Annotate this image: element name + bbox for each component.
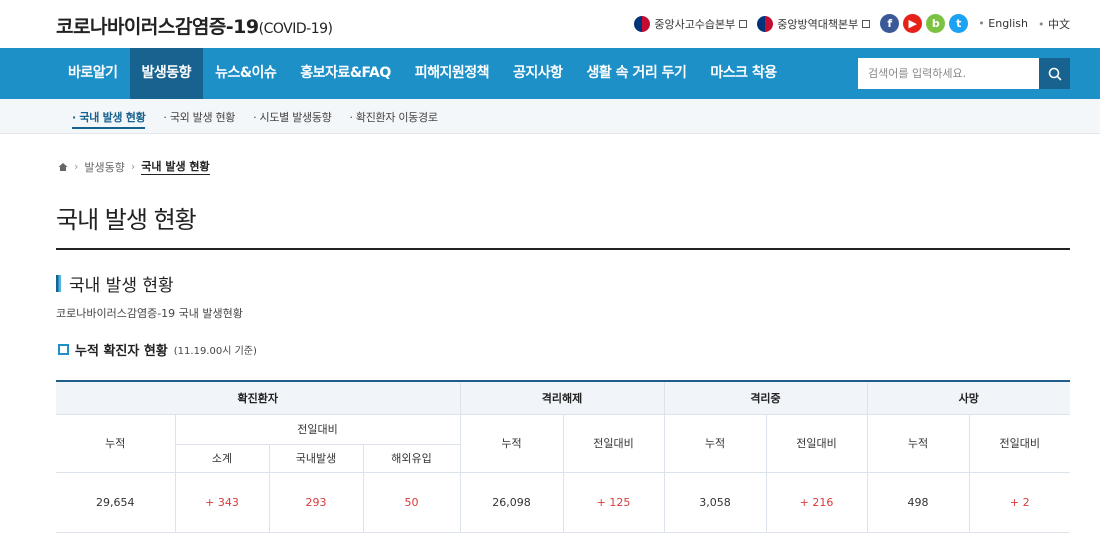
section-description: 코로나바이러스감염증-19 국내 발생현황 bbox=[56, 307, 243, 320]
table-row: 29,654 + 343 293 50 26,098 + 125 3,058 +… bbox=[56, 471, 1070, 533]
link-label: 중앙사고수습본부 bbox=[654, 17, 736, 31]
deaths-change: + 2 bbox=[968, 471, 1070, 533]
isolated-total: 3,058 bbox=[663, 471, 767, 533]
confirmed-imported: 50 bbox=[362, 471, 461, 533]
cumulative-subtitle: 누적 확진자 현황 (11.19.00시 기준) bbox=[58, 340, 257, 359]
nav-item[interactable]: 발생동향 bbox=[129, 48, 204, 99]
main-nav-items: 바로알기 발생동향 뉴스&이슈 홍보자료&FAQ 피해지원정책 공지사항 생활 속 거리 두… bbox=[56, 48, 789, 99]
released-change: + 125 bbox=[562, 471, 665, 533]
table-subheader-row: 누적 전일대비 누적 전일대비 누적 전일대비 누적 전일대비 bbox=[56, 413, 1070, 473]
top-links: 중앙사고수습본부 중앙방역대책본부 f▶bt English 中文 bbox=[634, 14, 1070, 33]
header-isolated: 격리중 bbox=[663, 380, 868, 415]
header-daily-change: 전일대비 bbox=[562, 413, 665, 473]
header-domestic: 국내발생 bbox=[268, 443, 364, 473]
header-released: 격리해제 bbox=[459, 380, 665, 415]
breadcrumb-separator: › bbox=[74, 160, 79, 173]
released-total: 26,098 bbox=[459, 471, 564, 533]
isolated-change: + 216 bbox=[765, 471, 868, 533]
external-link-icon bbox=[862, 19, 871, 28]
naver-blog-icon[interactable]: b bbox=[926, 14, 946, 33]
nav-item[interactable]: 바로알기 bbox=[56, 48, 130, 99]
deaths-total: 498 bbox=[866, 471, 970, 533]
nav-item[interactable]: 뉴스&이슈 bbox=[203, 48, 288, 99]
site-title-suffix: (COVID-19) bbox=[258, 21, 333, 37]
table-header-row: 확진환자 격리해제 격리중 사망 bbox=[56, 380, 1070, 415]
search-input[interactable] bbox=[858, 58, 1039, 89]
header-cumulative: 누적 bbox=[866, 413, 970, 473]
gov-logo-icon bbox=[634, 15, 651, 32]
gov-logo-icon bbox=[757, 15, 774, 32]
confirmed-total: 29,654 bbox=[56, 471, 176, 533]
search-button[interactable] bbox=[1039, 58, 1070, 89]
youtube-icon[interactable]: ▶ bbox=[903, 14, 923, 33]
facebook-icon[interactable]: f bbox=[880, 14, 900, 33]
subtitle-text: 누적 확진자 현황 bbox=[75, 344, 168, 359]
page-title: 국내 발생 현황 bbox=[56, 206, 197, 234]
subnav-item[interactable]: 국외 발생 현황 bbox=[163, 109, 236, 125]
home-icon[interactable] bbox=[58, 162, 68, 172]
subnav-item[interactable]: 확진환자 이동경로 bbox=[349, 109, 438, 125]
sub-nav-items: 국내 발생 현황 국외 발생 현황 시도별 발생동향 확진환자 이동경로 bbox=[72, 99, 438, 134]
breadcrumb-separator: › bbox=[130, 160, 136, 173]
breadcrumb-parent[interactable]: 발생동향 bbox=[84, 159, 124, 175]
subnav-item[interactable]: 국내 발생 현황 bbox=[72, 109, 146, 129]
link-central-quarantine-hq[interactable]: 중앙방역대책본부 bbox=[757, 15, 871, 32]
title-divider bbox=[56, 248, 1070, 250]
section-title-text: 국내 발생 현황 bbox=[69, 276, 174, 296]
header-daily-change: 전일대비 bbox=[174, 413, 461, 445]
subtitle-note: (11.19.00시 기준) bbox=[173, 346, 257, 357]
header-deaths: 사망 bbox=[866, 380, 1070, 415]
confirmed-domestic: 293 bbox=[268, 471, 364, 533]
search-box bbox=[858, 58, 1070, 89]
site-title[interactable]: 코로나바이러스감염증-19(COVID-19) bbox=[56, 12, 333, 39]
header-daily-change: 전일대비 bbox=[765, 413, 868, 473]
sns-links: f ▶ b t bbox=[880, 14, 969, 33]
lang-chinese[interactable]: 中文 bbox=[1038, 16, 1070, 32]
header-subtotal: 소계 bbox=[175, 443, 270, 473]
nav-item[interactable]: 홍보자료&FAQ bbox=[288, 48, 402, 99]
confirmed-subtotal: + 343 bbox=[174, 471, 270, 533]
search-icon bbox=[1048, 67, 1062, 81]
header-cumulative: 누적 bbox=[56, 413, 176, 473]
subnav-item[interactable]: 시도별 발생동향 bbox=[253, 109, 332, 125]
breadcrumb-current[interactable]: 국내 발생 현황 bbox=[141, 158, 210, 175]
section-title: 국내 발생 현황 bbox=[56, 271, 174, 296]
lang-english[interactable]: English bbox=[978, 17, 1028, 30]
header-confirmed: 확진환자 bbox=[56, 380, 461, 415]
external-link-icon bbox=[739, 19, 748, 28]
nav-item[interactable]: 마스크 착용 bbox=[698, 48, 788, 99]
link-label: 중앙방역대책본부 bbox=[777, 17, 859, 31]
site-title-text: 코로나바이러스감염증-19 bbox=[56, 16, 259, 38]
header-imported: 해외유입 bbox=[362, 443, 460, 473]
nav-item[interactable]: 생활 속 거리 두기 bbox=[575, 48, 699, 99]
header-daily-change: 전일대비 bbox=[968, 413, 1070, 473]
main-nav: 바로알기 발생동향 뉴스&이슈 홍보자료&FAQ 피해지원정책 공지사항 생활 속 거리 두… bbox=[0, 48, 1100, 99]
header-cumulative: 누적 bbox=[459, 413, 564, 473]
square-bullet-icon bbox=[58, 344, 69, 355]
nav-item[interactable]: 공지사항 bbox=[501, 48, 575, 99]
header-cumulative: 누적 bbox=[663, 413, 767, 473]
sub-nav: 국내 발생 현황 국외 발생 현황 시도별 발생동향 확진환자 이동경로 bbox=[0, 99, 1100, 134]
nav-item[interactable]: 피해지원정책 bbox=[403, 48, 501, 99]
breadcrumb: › 발생동향 › 국내 발생 현황 bbox=[58, 158, 210, 175]
section-bar-icon bbox=[56, 275, 61, 292]
cumulative-stats-table: 확진환자 격리해제 격리중 사망 누적 전일대비 누적 전일대비 누적 전일대비… bbox=[56, 380, 1070, 533]
link-central-disaster-hq[interactable]: 중앙사고수습본부 bbox=[634, 15, 748, 32]
top-header: 코로나바이러스감염증-19(COVID-19) 중앙사고수습본부 중앙방역대책본… bbox=[0, 0, 1100, 48]
twitter-icon[interactable]: t bbox=[949, 14, 969, 33]
